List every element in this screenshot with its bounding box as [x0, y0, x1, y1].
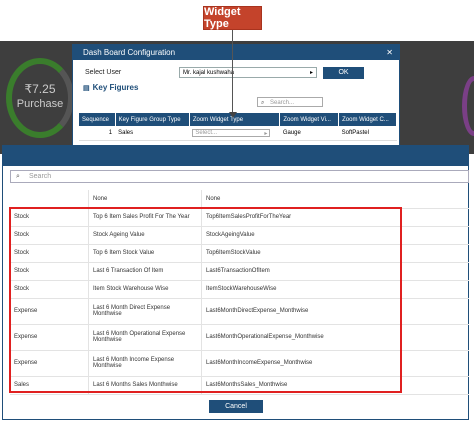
key-figures-label: Key Figures: [92, 83, 139, 92]
widget-name-cell: Last 6 Months Sales Monthwise: [88, 376, 202, 395]
table-row[interactable]: Sales Last 6 Months Sales Monthwise Last…: [10, 376, 469, 395]
widget-code-cell: Last6MonthsSales_Monthwise: [201, 376, 469, 395]
widget-name-cell: Last 6 Month Direct Expense Monthwise: [88, 298, 202, 325]
table-row[interactable]: Stock Item Stock Warehouse Wise ItemStoc…: [10, 280, 469, 299]
widget-dialog-header: [3, 146, 468, 166]
purchase-label: Purchase: [16, 98, 64, 110]
category-cell: Stock: [10, 226, 89, 245]
callout-connector: [232, 30, 233, 114]
column-header: Zoom Widget C...: [338, 113, 397, 126]
widget-type-dialog: ⌕ Search None None Stock Top 6 Item Sale…: [2, 145, 469, 420]
search-icon: ⌕: [16, 173, 20, 180]
widget-code-cell: Last6MonthDirectExpense_Monthwise: [201, 298, 469, 325]
widget-code-cell: Last6TransactionOfItem: [201, 262, 469, 281]
chevron-down-icon: ▸: [264, 131, 268, 137]
category-cell: Sales: [10, 376, 89, 395]
category-cell: Stock: [10, 280, 89, 299]
group-type-cell: Sales: [115, 126, 190, 141]
chevron-down-icon: ▸: [309, 70, 313, 76]
category-cell: [10, 190, 89, 209]
chart-icon: ▤: [83, 85, 90, 92]
widget-search-input[interactable]: ⌕ Search: [10, 170, 469, 183]
widget-name-cell: Stock Ageing Value: [88, 226, 202, 245]
widget-code-cell: ItemStockWarehouseWise: [201, 280, 469, 299]
dialog-title: Dash Board Configuration: [83, 48, 176, 57]
widget-type-value: Select...: [195, 130, 218, 136]
column-header: Zoom Widget Vi...: [279, 113, 340, 126]
key-figures-search-input[interactable]: ⌕ Search...: [257, 97, 323, 107]
widget-name-cell: Last 6 Transaction Of Item: [88, 262, 202, 281]
widget-code-cell: Top6ItemStockValue: [201, 244, 469, 263]
table-row[interactable]: Stock Top 6 Item Sales Profit For The Ye…: [10, 208, 469, 227]
widget-type-cell: Select... ▸: [189, 126, 280, 141]
widget-name-cell: Item Stock Warehouse Wise: [88, 280, 202, 299]
table-row[interactable]: Stock Top 6 Item Stock Value Top6ItemSto…: [10, 244, 469, 263]
search-icon: ⌕: [261, 100, 265, 106]
widget-name-cell: Last 6 Month Operational Expense Monthwi…: [88, 324, 202, 351]
category-cell: Expense: [10, 324, 89, 351]
category-cell: Expense: [10, 350, 89, 377]
widget-type-callout: Widget Type: [203, 6, 262, 30]
user-select[interactable]: Mr. kajal kushwaha ▸: [179, 67, 317, 78]
table-row[interactable]: Expense Last 6 Month Income Expense Mont…: [10, 350, 469, 377]
visual-cell: Gauge: [279, 126, 339, 141]
purchase-amount: ₹7.25: [24, 82, 56, 96]
widget-type-select[interactable]: Select... ▸: [192, 129, 271, 137]
close-icon[interactable]: ✕: [386, 45, 393, 60]
widget-type-table: None None Stock Top 6 Item Sales Profit …: [10, 190, 469, 395]
selected-user: Mr. kajal kushwaha: [183, 70, 235, 76]
widget-name-cell: Top 6 Item Stock Value: [88, 244, 202, 263]
dialog-title-bar: Dash Board Configuration ✕: [73, 45, 399, 60]
table-row[interactable]: Expense Last 6 Month Direct Expense Mont…: [10, 298, 469, 325]
widget-name-cell: Top 6 Item Sales Profit For The Year: [88, 208, 202, 227]
widget-code-cell: Top6ItemSalesProfitForTheYear: [201, 208, 469, 227]
widget-name-cell: Last 6 Month Income Expense Monthwise: [88, 350, 202, 377]
key-figures-table: Sequence Key Figure Group Type Zoom Widg…: [79, 113, 397, 141]
widget-name-cell: None: [88, 190, 202, 209]
select-user-label: Select User: [85, 69, 122, 76]
table-row[interactable]: None None: [10, 190, 469, 209]
dashboard-config-dialog: Dash Board Configuration ✕ Select User M…: [72, 44, 400, 154]
widget-code-cell: Last6MonthIncomeExpense_Monthwise: [201, 350, 469, 377]
purchase-gauge: ₹7.25 Purchase: [6, 58, 74, 138]
widget-code-cell: None: [201, 190, 469, 209]
table-row[interactable]: Stock Stock Ageing Value StockAgeingValu…: [10, 226, 469, 245]
search-placeholder: Search: [29, 173, 52, 180]
widget-code-cell: Last6MonthOperationalExpense_Monthwise: [201, 324, 469, 351]
ok-button[interactable]: OK: [323, 67, 364, 79]
category-cell: Stock: [10, 208, 89, 227]
table-row[interactable]: Expense Last 6 Month Operational Expense…: [10, 324, 469, 351]
key-figures-heading: ▤ Key Figures: [83, 83, 138, 92]
callout-arrow-icon: [228, 112, 237, 118]
category-cell: Expense: [10, 298, 89, 325]
table-row[interactable]: Stock Last 6 Transaction Of Item Last6Tr…: [10, 262, 469, 281]
cancel-button[interactable]: Cancel: [209, 400, 263, 413]
search-placeholder: Search...: [270, 100, 295, 106]
column-header: Key Figure Group Type: [115, 113, 190, 126]
widget-code-cell: StockAgeingValue: [201, 226, 469, 245]
table-header-row: Sequence Key Figure Group Type Zoom Widg…: [79, 113, 397, 126]
category-cell: Stock: [10, 244, 89, 263]
category-cell: Stock: [10, 262, 89, 281]
column-header: Sequence: [79, 113, 116, 126]
table-row: 1 Sales Select... ▸ Gauge SoftPastel: [79, 126, 397, 141]
sequence-cell: 1: [79, 126, 116, 141]
color-cell: SoftPastel: [338, 126, 397, 141]
